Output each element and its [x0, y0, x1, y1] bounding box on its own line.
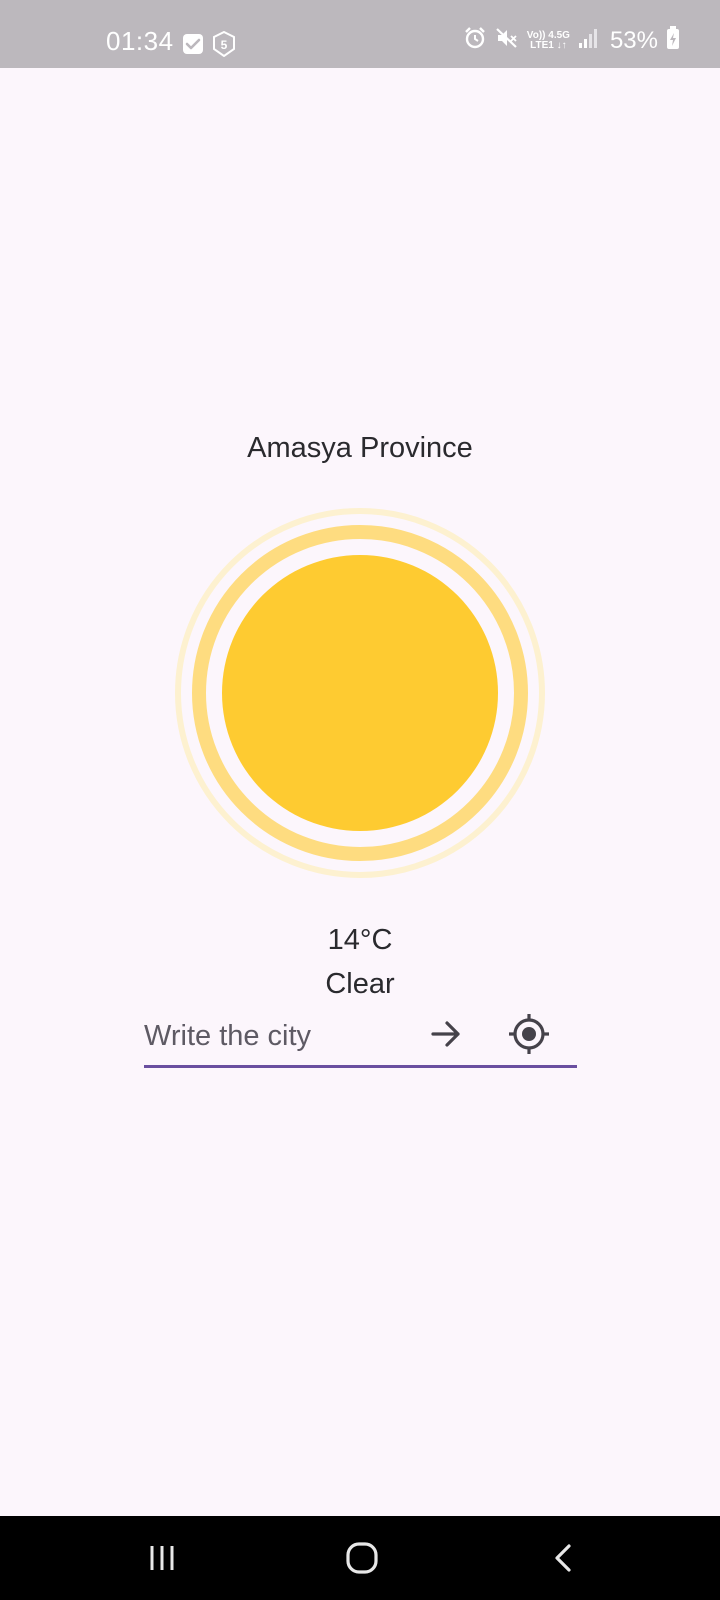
- alarm-icon: [463, 26, 487, 55]
- battery-percent: 53%: [609, 26, 658, 54]
- system-nav-bar: [0, 1516, 720, 1600]
- recents-icon: [150, 1546, 174, 1570]
- svg-text:5: 5: [221, 38, 228, 52]
- sun-core: [222, 555, 498, 831]
- network-top-text: Vo)) 4.5G: [526, 29, 570, 41]
- network-indicator: Vo)) 4.5G LTE1 ↓↑: [526, 29, 570, 51]
- status-left-icons: 5: [182, 30, 236, 62]
- city-name: Amasya Province: [247, 432, 473, 464]
- status-right-icons: Vo)) 4.5G LTE1 ↓↑ 53%: [463, 26, 680, 55]
- checkbox-icon: [182, 33, 204, 60]
- arrow-right-icon: [431, 1021, 460, 1047]
- city-search-field: [144, 1008, 577, 1068]
- network-bottom-text: LTE1 ↓↑: [530, 39, 567, 51]
- battery-charging-icon: [666, 26, 680, 55]
- search-submit-button[interactable]: [422, 1010, 470, 1058]
- back-button[interactable]: [534, 1534, 594, 1582]
- home-button[interactable]: [332, 1534, 392, 1582]
- status-bar: 01:34 5 Vo)) 4.5G LTE1 ↓↑ 53%: [0, 0, 720, 68]
- my-location-icon: [509, 1014, 549, 1054]
- city-input[interactable]: [144, 1008, 414, 1064]
- shield-5-icon: 5: [212, 30, 236, 62]
- temperature: 14°C: [327, 924, 393, 956]
- current-location-button[interactable]: [505, 1010, 553, 1058]
- weather-screen: Amasya Province 14°C Clear: [0, 68, 720, 1516]
- back-icon: [555, 1544, 571, 1572]
- signal-icon: [578, 27, 598, 54]
- weather-condition: Clear: [325, 968, 395, 1000]
- mute-icon: [495, 26, 519, 55]
- recents-button[interactable]: [132, 1534, 192, 1582]
- sun-icon: [175, 508, 545, 878]
- status-time: 01:34: [106, 26, 174, 56]
- home-icon: [346, 1542, 378, 1574]
